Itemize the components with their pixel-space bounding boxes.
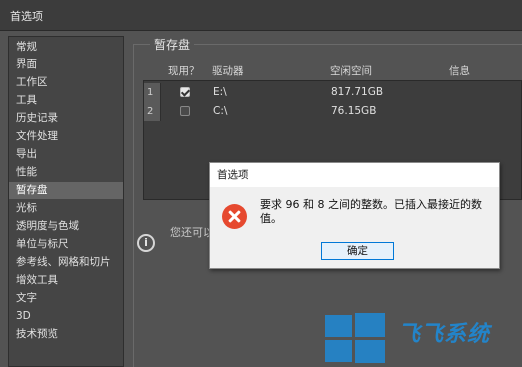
windows-logo-icon <box>325 313 385 363</box>
sidebar-item-export[interactable]: 导出 <box>9 146 123 163</box>
sidebar-item-history[interactable]: 历史记录 <box>9 110 123 127</box>
info-text: 您还可以 <box>170 226 214 239</box>
column-info: 信息 <box>449 65 470 77</box>
sidebar-item-workspace[interactable]: 工作区 <box>9 74 123 91</box>
section-title: 暂存盘 <box>150 36 195 53</box>
info-icon: i <box>137 234 155 252</box>
dialog-body: 要求 96 和 8 之间的整数。已插入最接近的数值。 确定 <box>210 187 499 268</box>
error-icon <box>222 204 247 229</box>
table-row[interactable]: 2 C:\ 76.15GB <box>144 102 521 121</box>
dialog-message: 要求 96 和 8 之间的整数。已插入最接近的数值。 <box>260 198 482 225</box>
sidebar-item-interface[interactable]: 界面 <box>9 56 123 73</box>
sidebar-item-plugins[interactable]: 增效工具 <box>9 272 123 289</box>
sidebar-item-units[interactable]: 单位与标尺 <box>9 236 123 253</box>
dialog-title: 首选项 <box>210 163 499 187</box>
watermark-text: 飞飞系统 <box>398 322 491 347</box>
sidebar-item-tools[interactable]: 工具 <box>9 92 123 109</box>
sidebar: 常规 界面 工作区 工具 历史记录 文件处理 导出 性能 暂存盘 光标 透明度与… <box>8 36 124 367</box>
table-row[interactable]: 1 E:\ 817.71GB <box>144 83 521 102</box>
free-space-cell: 76.15GB <box>331 105 377 117</box>
column-active: 现用？ <box>168 65 200 77</box>
sidebar-item-3d[interactable]: 3D <box>9 308 123 325</box>
sidebar-item-performance[interactable]: 性能 <box>9 164 123 181</box>
column-free: 空闲空间 <box>330 65 372 77</box>
sidebar-item-transparency[interactable]: 透明度与色域 <box>9 218 123 235</box>
row-number: 2 <box>144 102 161 121</box>
drive-cell: E:\ <box>213 86 227 98</box>
alert-dialog: 首选项 要求 96 和 8 之间的整数。已插入最接近的数值。 确定 <box>209 162 500 269</box>
title-bar: 首选项 <box>0 0 522 31</box>
sidebar-item-tech-preview[interactable]: 技术预览 <box>9 326 123 343</box>
column-drive: 驱动器 <box>212 65 244 77</box>
free-space-cell: 817.71GB <box>331 86 384 98</box>
window-title: 首选项 <box>10 10 43 23</box>
sidebar-item-file-handling[interactable]: 文件处理 <box>9 128 123 145</box>
drive-cell: C:\ <box>213 105 228 117</box>
sidebar-item-guides[interactable]: 参考线、网格和切片 <box>9 254 123 271</box>
sidebar-item-general[interactable]: 常规 <box>9 39 123 56</box>
active-checkbox[interactable] <box>180 87 190 97</box>
sidebar-item-type[interactable]: 文字 <box>9 290 123 307</box>
row-number: 1 <box>144 83 161 102</box>
sidebar-item-scratch-disks[interactable]: 暂存盘 <box>9 182 123 199</box>
active-checkbox[interactable] <box>180 106 190 116</box>
sidebar-item-cursors[interactable]: 光标 <box>9 200 123 217</box>
ok-button[interactable]: 确定 <box>321 242 394 260</box>
